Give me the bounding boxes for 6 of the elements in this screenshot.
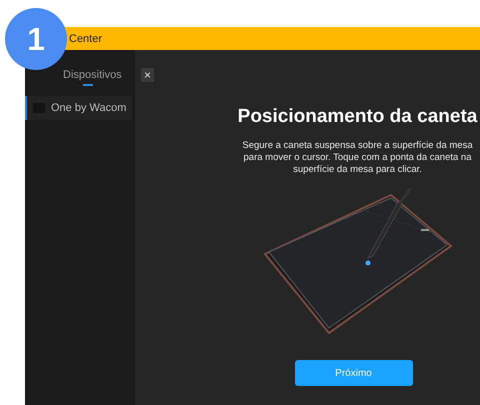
- device-item[interactable]: One by Wacom: [25, 96, 132, 120]
- step-badge: 1: [5, 8, 67, 70]
- dialog-description: Segure a caneta suspensa sobre a superfície da mesa para mover o cursor. Toque com a ponta da caneta na superfície da mesa para clicar.: [241, 140, 474, 176]
- close-button[interactable]: ×: [141, 68, 154, 82]
- dialog-title: Posicionamento da caneta: [238, 106, 478, 128]
- window-title: Center: [69, 32, 102, 44]
